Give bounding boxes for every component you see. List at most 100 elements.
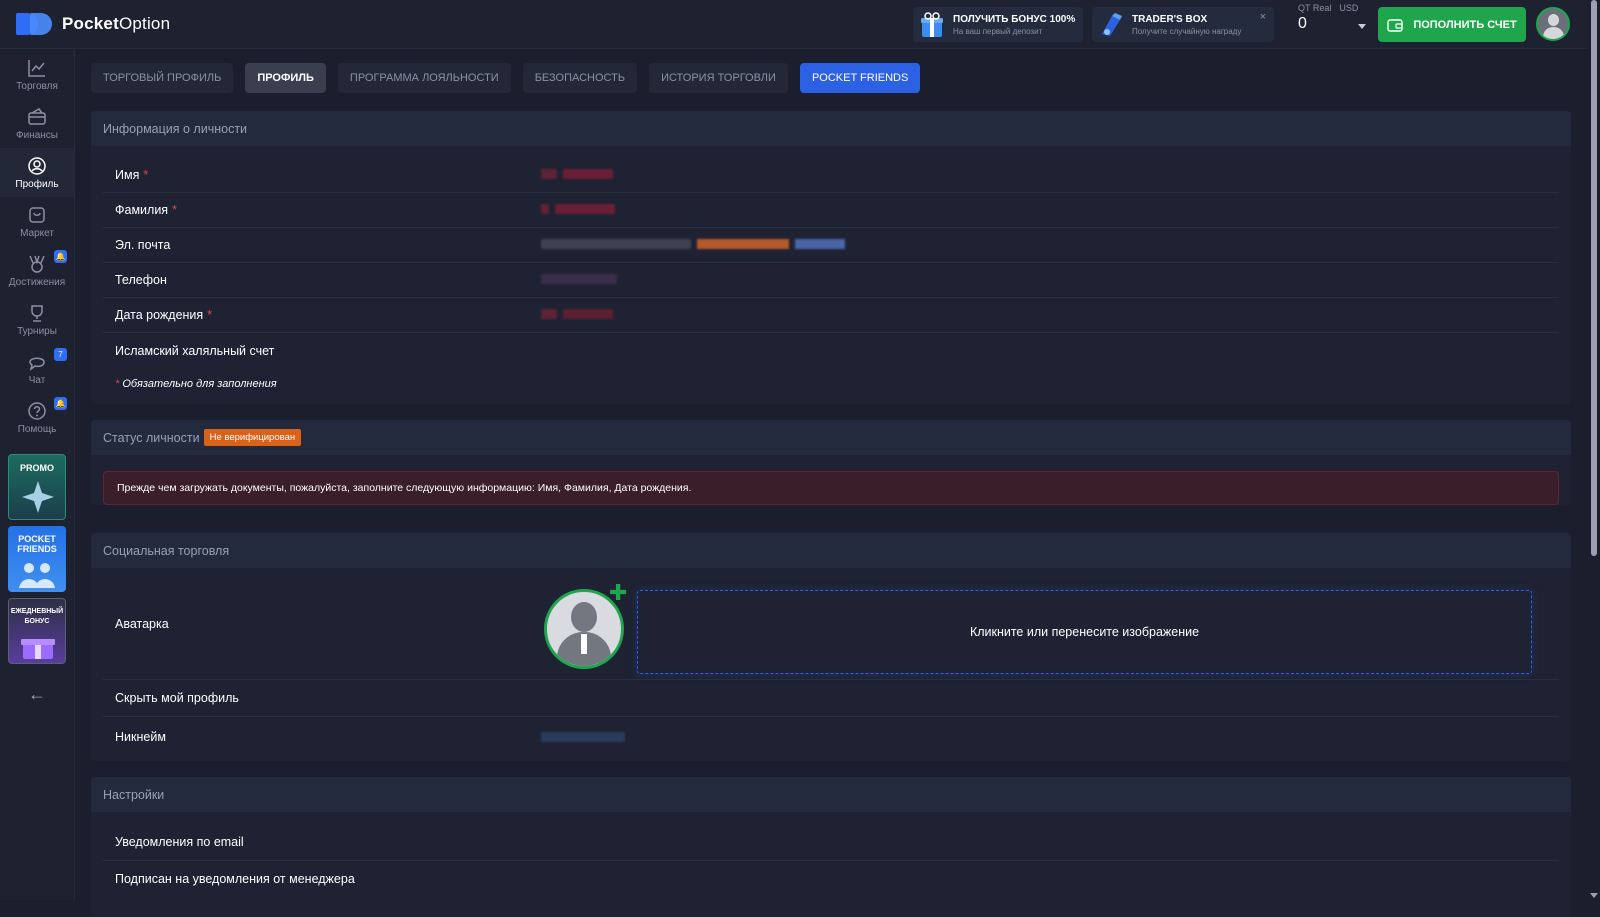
scroll-down-icon[interactable]: [1590, 893, 1598, 898]
sidebar-item-label: Чат: [28, 374, 46, 386]
add-avatar-icon[interactable]: ✚: [609, 582, 627, 604]
tab-loyalty[interactable]: ПРОГРАММА ЛОЯЛЬНОСТИ: [337, 63, 511, 93]
deposit-button[interactable]: ПОПОЛНИТЬ СЧЕТ: [1378, 7, 1526, 42]
main-content: ТОРГОВЫЙ ПРОФИЛЬ ПРОФИЛЬ ПРОГРАММА ЛОЯЛЬ…: [91, 63, 1571, 917]
tab-trading-profile[interactable]: ТОРГОВЫЙ ПРОФИЛЬ: [91, 63, 234, 93]
traders-box-title: TRADER'S BOX: [1132, 13, 1208, 25]
status-badge: Не верифицирован: [203, 429, 302, 446]
chart-icon: [28, 59, 45, 77]
field-label: Уведомления по email: [115, 835, 244, 849]
pocket-friends-banner[interactable]: POCKET FRIENDS: [8, 526, 66, 592]
field-label: Аватарка: [115, 616, 169, 631]
email-row[interactable]: Эл. почта: [103, 228, 1559, 263]
sidebar-item-chat[interactable]: Чат 7: [0, 344, 74, 393]
top-bar: PocketOption ПОЛУЧИТЬ БОНУС 100% На ваш …: [0, 0, 1588, 49]
star-icon: [22, 481, 54, 513]
people-icon: [19, 563, 55, 588]
social-trading-section: Социальная торговля Аватарка ✚ Кликните …: [91, 533, 1571, 761]
field-label: Имя: [115, 168, 140, 182]
settings-section: Настройки Уведомления по email Подписан …: [91, 777, 1571, 917]
required-note: * Обязательно для заполнения: [115, 378, 277, 390]
sidebar-item-trading[interactable]: Торговля: [0, 50, 74, 99]
required-mark: *: [207, 308, 213, 322]
last-name-row[interactable]: Фамилия *: [103, 193, 1559, 228]
tab-security[interactable]: БЕЗОПАСНОСТЬ: [522, 63, 638, 93]
traders-box-subtitle: Получите случайную награду: [1132, 26, 1242, 36]
logo-text: PocketOption: [62, 14, 171, 33]
phone-value-redacted: [541, 273, 623, 287]
notification-badge: 🔔: [54, 250, 67, 263]
section-title: Информация о личности: [91, 111, 1571, 146]
bonus-banner[interactable]: ПОЛУЧИТЬ БОНУС 100% На ваш первый депози…: [913, 7, 1083, 42]
sidebar-item-label: Турниры: [17, 325, 57, 337]
field-label: Телефон: [115, 273, 167, 287]
tab-trade-history[interactable]: ИСТОРИЯ ТОРГОВЛИ: [649, 63, 788, 93]
notification-badge: 🔔: [54, 397, 67, 410]
chat-icon: [29, 357, 45, 371]
hide-profile-row[interactable]: Скрыть мой профиль: [103, 680, 1559, 717]
section-title: Социальная торговля: [91, 533, 1571, 568]
promo-banner-label: PROMO: [19, 463, 54, 473]
cart-icon: [29, 206, 45, 223]
nickname-row[interactable]: Никнейм: [103, 717, 1559, 757]
close-icon[interactable]: ×: [1260, 11, 1266, 23]
islamic-account-row[interactable]: Исламский халяльный счет: [103, 333, 1559, 368]
logo[interactable]: PocketOption: [16, 11, 170, 37]
help-icon: [28, 401, 46, 420]
page-scrollbar[interactable]: [1588, 0, 1600, 900]
daily-bonus-label: ЕЖЕДНЕВНЫЙ БОНУС: [10, 608, 64, 625]
scrollbar-thumb[interactable]: [1591, 0, 1597, 556]
section-title: Статус личности Не верифицирован: [91, 420, 1571, 455]
gift-icon: [919, 11, 945, 38]
bonus-title: ПОЛУЧИТЬ БОНУС 100%: [953, 13, 1076, 25]
promo-banner[interactable]: PROMO: [8, 454, 66, 520]
sidebar: Торговля Финансы Профиль Маркет Достижен…: [0, 50, 75, 900]
identity-status-section: Статус личности Не верифицирован Прежде …: [91, 420, 1571, 505]
phone-row[interactable]: Телефон: [103, 263, 1559, 298]
tab-pocket-friends[interactable]: POCKET FRIENDS: [799, 63, 921, 93]
sidebar-item-achievements[interactable]: Достижения 🔔: [0, 246, 74, 295]
field-label: Никнейм: [115, 730, 166, 744]
personal-info-section: Информация о личности Имя * Фамилия * Эл. …: [91, 111, 1571, 404]
sidebar-item-label: Профиль: [15, 178, 59, 190]
status-title: Статус личности: [103, 430, 200, 445]
account-type-label: QT Real USD: [1298, 3, 1359, 13]
required-mark: *: [172, 203, 177, 217]
wallet-icon: [1387, 18, 1404, 32]
daily-bonus-banner[interactable]: ЕЖЕДНЕВНЫЙ БОНУС: [8, 598, 66, 664]
first-name-value-redacted: [541, 168, 619, 182]
field-label: Подписан на уведомления от менеджера: [115, 871, 355, 886]
birth-date-row[interactable]: Дата рождения *: [103, 298, 1559, 333]
sidebar-item-label: Помощь: [17, 423, 57, 435]
sidebar-item-help[interactable]: Помощь 🔔: [0, 393, 74, 442]
user-avatar[interactable]: [1536, 7, 1570, 41]
account-selector[interactable]: QT Real USD 0: [1298, 3, 1372, 41]
gift-icon: [21, 639, 55, 659]
sidebar-item-profile[interactable]: Профиль: [0, 148, 74, 197]
sidebar-item-market[interactable]: Маркет: [0, 197, 74, 246]
pocket-friends-label: POCKET FRIENDS: [17, 534, 57, 554]
tab-profile[interactable]: ПРОФИЛЬ: [245, 63, 326, 93]
collapse-sidebar-button[interactable]: ←: [0, 684, 74, 705]
sidebar-item-label: Торговля: [16, 80, 58, 92]
sidebar-item-label: Достижения: [8, 276, 66, 288]
nickname-value-redacted: [541, 731, 631, 745]
medal-icon: [29, 255, 45, 273]
avatar-upload-dropzone[interactable]: Кликните или перенесите изображение: [637, 590, 1532, 674]
sidebar-item-label: Маркет: [20, 227, 54, 239]
manager-notifications-row[interactable]: Подписан на уведомления от менеджера: [103, 861, 1559, 896]
traders-box-banner[interactable]: TRADER'S BOX Получите случайную награду …: [1092, 7, 1274, 42]
first-name-row[interactable]: Имя *: [103, 158, 1559, 193]
notification-badge: 7: [54, 348, 67, 361]
sidebar-item-finance[interactable]: Финансы: [0, 99, 74, 148]
field-label: Скрыть мой профиль: [115, 691, 239, 705]
avatar-row: Аватарка ✚ Кликните или перенесите изобр…: [103, 568, 1559, 680]
email-notifications-row[interactable]: Уведомления по email: [103, 824, 1559, 861]
email-value-redacted: [541, 238, 851, 252]
box-icon: [1098, 12, 1124, 38]
wallet-icon: [28, 107, 46, 125]
sidebar-item-tournaments[interactable]: Турниры: [0, 295, 74, 344]
field-label: Исламский халяльный счет: [115, 343, 275, 358]
verification-alert: Прежде чем загружать документы, пожалуйс…: [103, 471, 1559, 505]
field-label: Эл. почта: [115, 238, 171, 252]
